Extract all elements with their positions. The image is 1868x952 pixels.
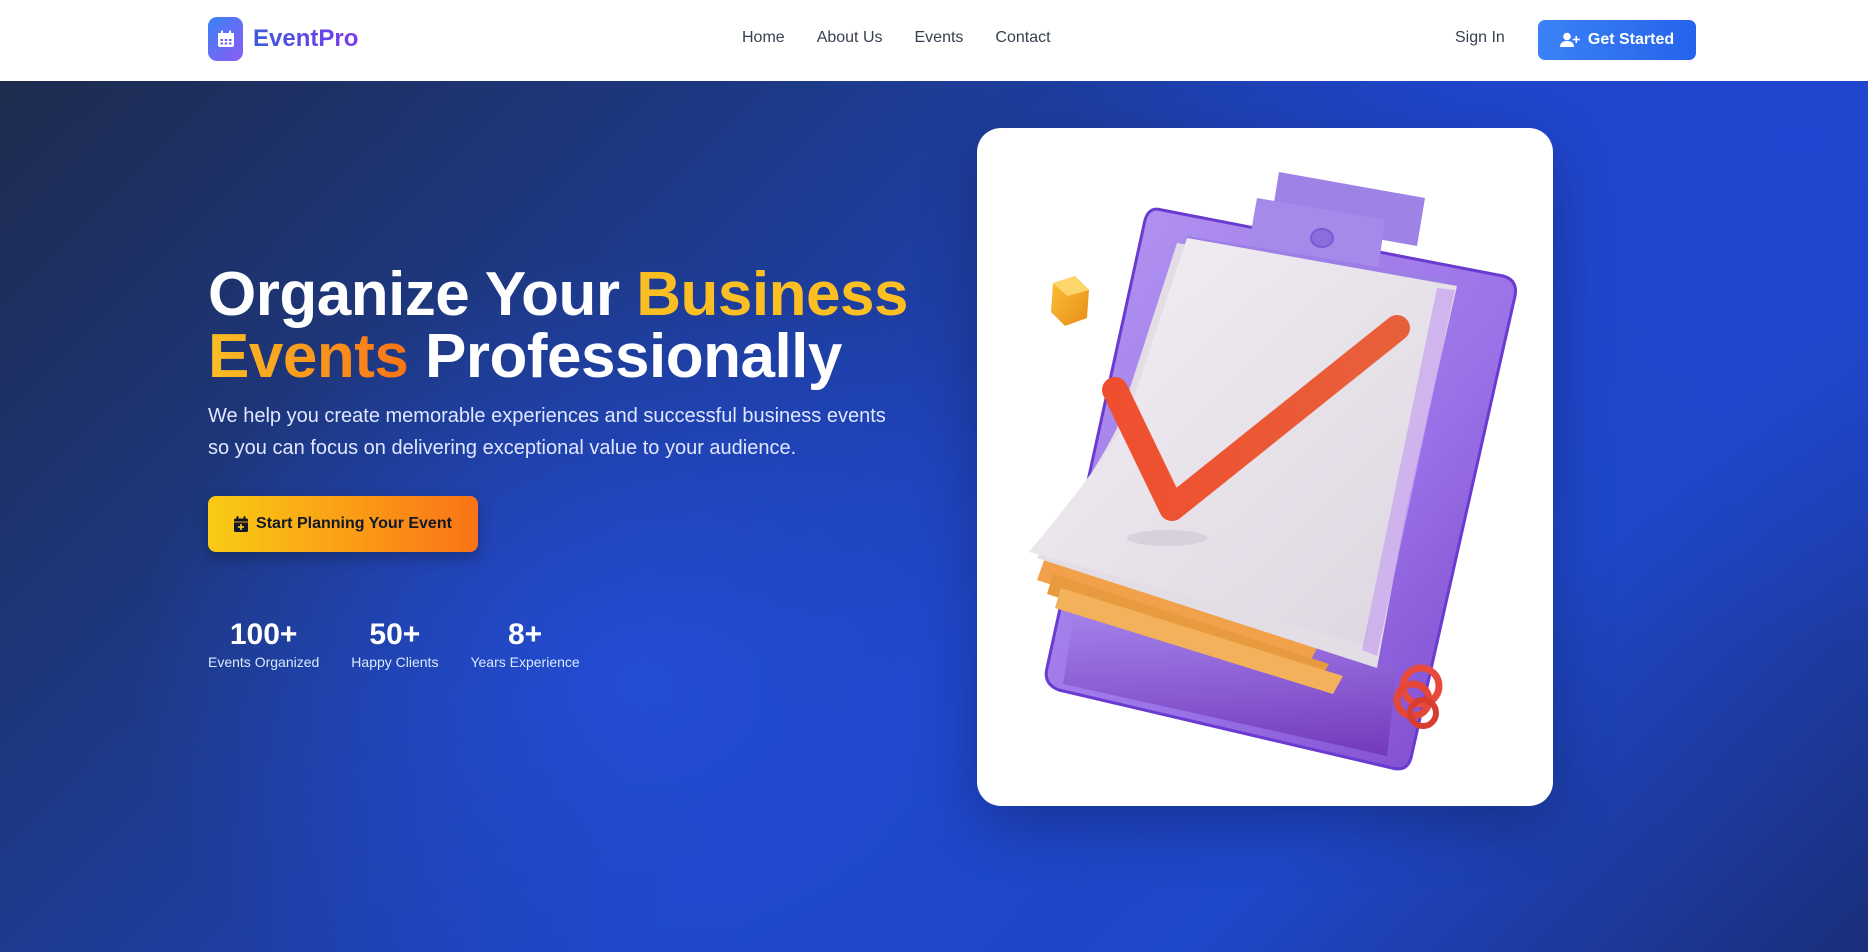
clipboard-checklist-illustration: [1029, 172, 1517, 771]
nav-events[interactable]: Events: [915, 29, 964, 47]
get-started-button[interactable]: Get Started: [1538, 20, 1696, 60]
hero-title-highlight-business: Business: [636, 260, 908, 329]
sign-in-link[interactable]: Sign In: [1455, 29, 1505, 47]
stat-years-experience: 8+ Years Experience: [470, 617, 579, 671]
hero-title-highlight-events: Events: [208, 322, 409, 391]
hero-subtitle: We help you create memorable experiences…: [208, 405, 886, 459]
user-plus-icon: [1559, 32, 1580, 47]
stat-value: 100+: [229, 618, 298, 651]
stat-value: 50+: [369, 618, 421, 651]
nav-contact[interactable]: Contact: [995, 29, 1050, 47]
nav-about-us[interactable]: About Us: [817, 29, 883, 47]
stat-value: 8+: [507, 618, 543, 651]
nav-home[interactable]: Home: [742, 29, 785, 47]
logo[interactable]: EventPro: [208, 17, 358, 61]
hero-title-part2: Professionally: [408, 322, 842, 391]
calendar-plus-icon: [234, 516, 249, 532]
start-planning-button[interactable]: Start Planning Your Event: [208, 496, 478, 552]
hero-title-part1: Organize Your: [208, 260, 637, 329]
logo-text: EventPro: [253, 25, 359, 52]
get-started-label: Get Started: [1587, 31, 1675, 48]
hero-title: Organize Your Business Events Professiona…: [208, 264, 908, 388]
stats-row: 100+ Events Organized 50+ Happy Clients …: [208, 617, 612, 671]
hero-image-card: [977, 128, 1553, 806]
start-planning-label: Start Planning Your Event: [256, 515, 452, 532]
stat-label: Events Organized: [208, 654, 320, 670]
main-nav: Home About Us Events Contact: [742, 29, 1083, 47]
site-header: EventPro Home About Us Events Contact Si…: [0, 0, 1868, 81]
stat-label: Happy Clients: [351, 654, 439, 670]
stat-label: Years Experience: [470, 654, 580, 670]
stat-events-organized: 100+ Events Organized: [208, 617, 319, 671]
stat-happy-clients: 50+ Happy Clients: [351, 617, 438, 671]
calendar-icon: [208, 17, 243, 61]
